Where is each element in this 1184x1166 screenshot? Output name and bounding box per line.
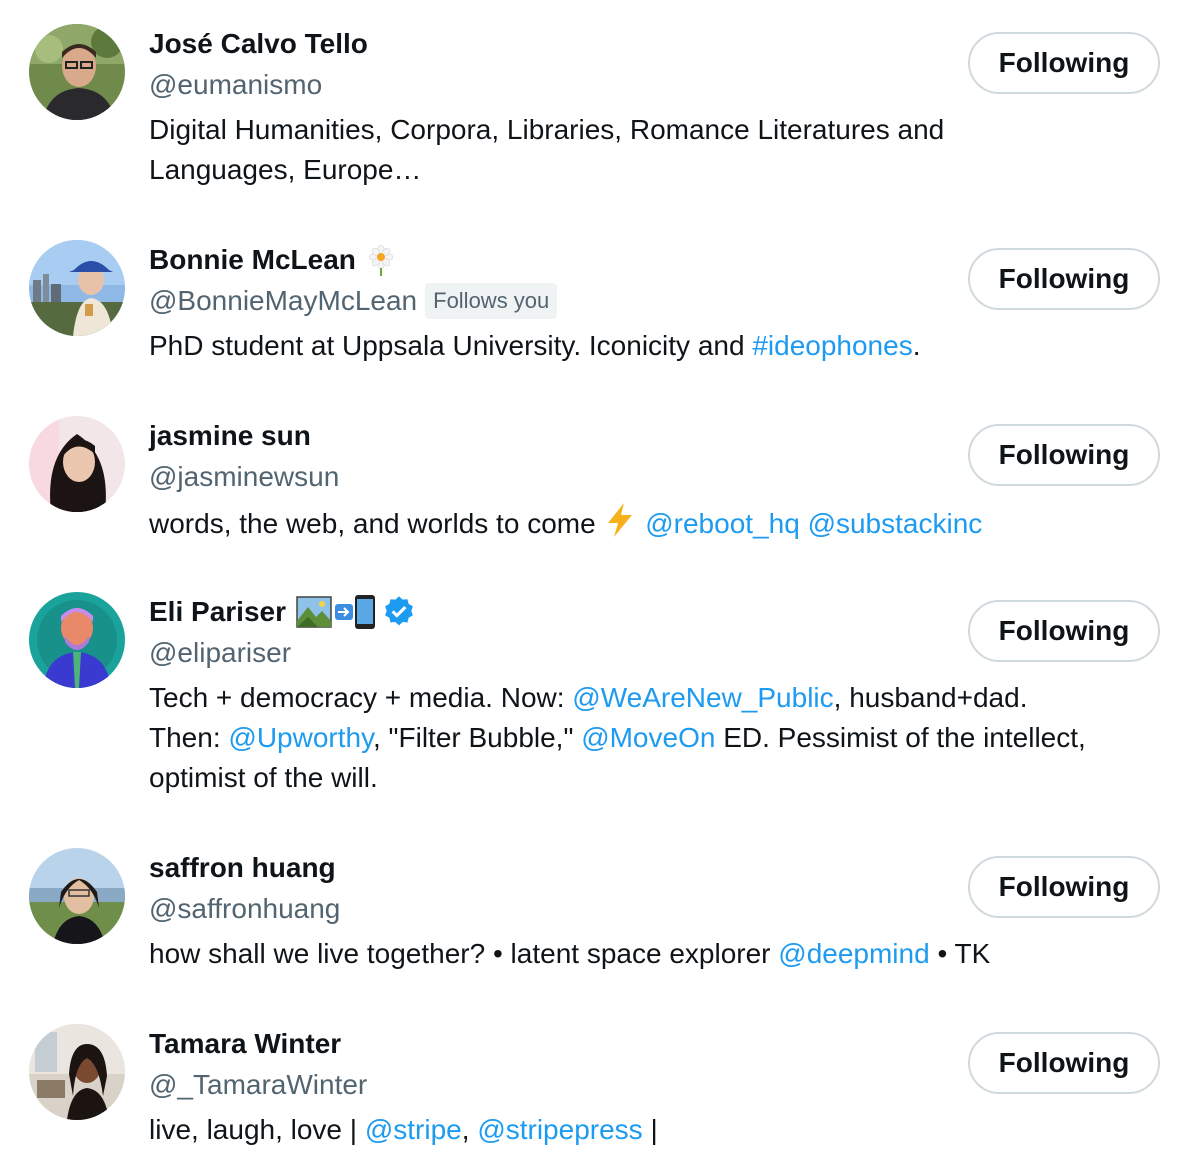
avatar[interactable]: [29, 848, 125, 944]
display-name[interactable]: Eli Pariser: [149, 594, 416, 630]
following-button[interactable]: Following: [968, 248, 1160, 310]
mention-link[interactable]: @Upworthy: [228, 722, 373, 753]
handle-line: @saffronhuang: [149, 891, 340, 927]
bio-text: Tech + democracy + media. Now:: [149, 682, 573, 713]
mobile-phone-icon: [354, 594, 376, 630]
lightning-bolt-icon: [603, 502, 637, 549]
bio-text: .: [912, 330, 921, 361]
username-handle[interactable]: @elipariser: [149, 637, 291, 669]
avatar[interactable]: [29, 416, 125, 512]
bio-text: words, the web, and worlds to come: [149, 507, 604, 539]
display-name[interactable]: jasmine sun: [149, 418, 311, 454]
mention-link[interactable]: @reboot_hq: [645, 508, 800, 539]
avatar[interactable]: [29, 240, 125, 336]
mention-link[interactable]: @stripe: [365, 1114, 462, 1145]
bio-text: , husband+dad.: [833, 682, 1028, 713]
user-bio: Digital Humanities, Corpora, Libraries, …: [149, 110, 1159, 190]
bio-text: Digital Humanities, Corpora, Libraries, …: [149, 114, 945, 145]
following-button[interactable]: Following: [968, 424, 1160, 486]
display-name[interactable]: Tamara Winter: [149, 1026, 341, 1062]
bio-text: optimist of the will.: [149, 762, 378, 793]
arrow-right-icon: [334, 600, 354, 624]
following-list: José Calvo Tello @eumanismo Following Di…: [0, 0, 1184, 1166]
verified-badge-icon: [382, 595, 416, 629]
user-bio: live, laugh, love | @stripe, @stripepres…: [149, 1110, 1159, 1150]
user-bio: PhD student at Uppsala University. Iconi…: [149, 326, 1159, 366]
avatar[interactable]: [29, 24, 125, 120]
mention-link[interactable]: @WeAreNew_Public: [572, 682, 833, 713]
display-name[interactable]: José Calvo Tello: [149, 26, 368, 62]
bio-text: Then:: [149, 722, 229, 753]
username-handle[interactable]: @_TamaraWinter: [149, 1069, 367, 1101]
landscape-picture-icon: [296, 595, 332, 629]
following-button[interactable]: Following: [968, 600, 1160, 662]
hashtag-link[interactable]: #ideophones: [752, 330, 912, 361]
user-bio: Tech + democracy + media. Now: @WeAreNew…: [149, 678, 1159, 798]
daisy-flower-icon: [366, 244, 396, 276]
following-button[interactable]: Following: [968, 1032, 1160, 1094]
username-handle[interactable]: @saffronhuang: [149, 893, 340, 925]
username-handle[interactable]: @eumanismo: [149, 69, 322, 101]
username-handle[interactable]: @BonnieMayMcLean: [149, 285, 417, 317]
mention-link[interactable]: @deepmind: [778, 938, 929, 969]
handle-line: @elipariser: [149, 635, 291, 671]
handle-line: @jasminewsun: [149, 459, 339, 495]
display-name[interactable]: Bonnie McLean: [149, 242, 396, 278]
bio-text: how shall we live together? • latent spa…: [149, 938, 779, 969]
bio-text: PhD student at Uppsala University. Iconi…: [149, 330, 753, 361]
following-button[interactable]: Following: [968, 856, 1160, 918]
bio-text: ED. Pessimist of the intellect,: [715, 722, 1086, 753]
bio-text: • TK: [929, 938, 991, 969]
following-button[interactable]: Following: [968, 32, 1160, 94]
user-bio: how shall we live together? • latent spa…: [149, 934, 1159, 974]
bio-text: live, laugh, love |: [149, 1114, 365, 1145]
avatar[interactable]: [29, 592, 125, 688]
handle-line: @BonnieMayMcLean Follows you: [149, 283, 558, 319]
mention-link[interactable]: @stripepress: [477, 1114, 642, 1145]
username-handle[interactable]: @jasminewsun: [149, 461, 339, 493]
display-name[interactable]: saffron huang: [149, 850, 336, 886]
mention-link[interactable]: @MoveOn: [581, 722, 715, 753]
user-bio: words, the web, and worlds to come @rebo…: [149, 502, 1159, 549]
handle-line: @eumanismo: [149, 67, 322, 103]
avatar[interactable]: [29, 1024, 125, 1120]
handle-line: @_TamaraWinter: [149, 1067, 367, 1103]
bio-text: |: [642, 1114, 658, 1145]
mention-link[interactable]: @substackinc: [808, 508, 983, 539]
follows-you-badge: Follows you: [425, 283, 558, 319]
bio-text: Languages, Europe…: [149, 154, 422, 185]
bio-text: , "Filter Bubble,": [373, 722, 582, 753]
bio-text: ,: [461, 1114, 478, 1145]
